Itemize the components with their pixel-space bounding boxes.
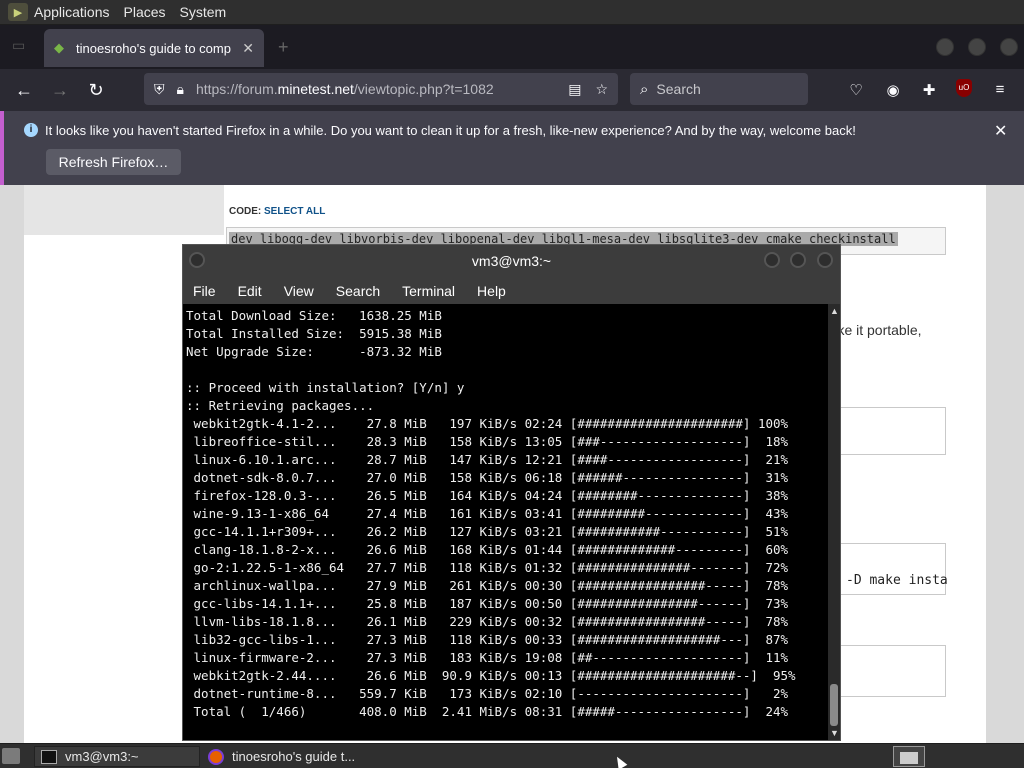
code-label-text: CODE: <box>229 206 262 217</box>
terminal-line: wine-9.13-1-x86_64 27.4 MiB 161 KiB/s 03… <box>186 506 789 521</box>
lock-icon[interactable]: 🔒︎ <box>177 81 184 98</box>
back-icon[interactable]: ← <box>6 80 42 101</box>
terminal-line: linux-firmware-2... 27.3 MiB 183 KiB/s 1… <box>186 650 789 665</box>
url-text[interactable]: https://forum.minetest.net/viewtopic.php… <box>196 81 554 97</box>
post-author-column <box>24 185 224 235</box>
code-block-2 <box>838 407 946 455</box>
terminal-line: clang-18.1.8-2-x... 26.6 MiB 168 KiB/s 0… <box>186 542 789 557</box>
menu-places[interactable]: Places <box>124 4 166 20</box>
code-block-3-text: -D make insta <box>846 573 948 588</box>
terminal-maximize-button[interactable] <box>790 252 806 268</box>
show-desktop-icon[interactable] <box>2 748 20 764</box>
search-icon: ⌕ <box>640 80 649 98</box>
taskbar-item-terminal[interactable]: vm3@vm3:~ <box>34 746 200 767</box>
terminal-line: webkit2gtk-4.1-2... 27.8 MiB 197 KiB/s 0… <box>186 416 789 431</box>
terminal-line: :: Retrieving packages... <box>186 398 375 413</box>
nav-bar: ← → ↻ ⛨ 🔒︎ https://forum.minetest.net/vi… <box>0 69 1024 111</box>
search-placeholder: Search <box>656 81 701 97</box>
scrollbar-thumb[interactable] <box>830 684 838 726</box>
terminal-app-icon <box>41 749 57 764</box>
minetest-favicon-icon: ◆ <box>54 40 64 55</box>
taskbar-item-label: vm3@vm3:~ <box>65 749 139 764</box>
terminal-title: vm3@vm3:~ <box>471 253 552 269</box>
window-close-button[interactable] <box>1000 38 1018 56</box>
terminal-line: archlinux-wallpa... 27.9 MiB 261 KiB/s 0… <box>186 578 789 593</box>
terminal-line: lib32-gcc-libs-1... 27.3 MiB 118 KiB/s 0… <box>186 632 789 647</box>
ublock-origin-icon[interactable]: uO <box>956 79 972 97</box>
forward-icon[interactable]: → <box>42 80 78 101</box>
search-bar[interactable]: ⌕ Search <box>630 73 808 105</box>
terminal-menubar: File Edit View Search Terminal Help <box>183 277 840 304</box>
terminal-line: linux-6.10.1.arc... 28.7 MiB 147 KiB/s 1… <box>186 452 789 467</box>
terminal-line: Total ( 1/466) 408.0 MiB 2.41 MiB/s 08:3… <box>186 704 789 719</box>
reader-view-icon[interactable]: ▤ <box>568 81 581 98</box>
extensions-icon[interactable]: ✚ <box>920 81 938 99</box>
terminal-window: vm3@vm3:~ File Edit View Search Terminal… <box>182 244 841 741</box>
terminal-menu-search[interactable]: Search <box>336 283 380 299</box>
code-block-4 <box>838 645 946 697</box>
workspace-switcher[interactable] <box>893 746 925 767</box>
terminal-menu-view[interactable]: View <box>284 283 314 299</box>
tab-close-icon[interactable]: ✕ <box>242 40 254 57</box>
notification-close-icon[interactable]: ✕ <box>994 121 1007 141</box>
terminal-menu-help[interactable]: Help <box>477 283 506 299</box>
terminal-minimize-button[interactable] <box>764 252 780 268</box>
terminal-output[interactable]: Total Download Size: 1638.25 MiB Total I… <box>183 304 827 740</box>
menu-applications[interactable]: Applications <box>34 4 110 20</box>
terminal-line: dotnet-runtime-8... 559.7 KiB 173 KiB/s … <box>186 686 789 701</box>
terminal-line: libreoffice-stil... 28.3 MiB 158 KiB/s 1… <box>186 434 789 449</box>
terminal-line: Total Installed Size: 5915.38 MiB <box>186 326 442 341</box>
tab-bar: ▭ ◆ tinoesroho's guide to comp ✕ + <box>0 25 1024 69</box>
code-label: CODE: SELECT ALL <box>229 206 325 217</box>
terminal-line: gcc-libs-14.1.1+... 25.8 MiB 187 KiB/s 0… <box>186 596 789 611</box>
workspace-window-thumb <box>900 752 918 764</box>
reload-icon[interactable]: ↻ <box>78 80 114 101</box>
terminal-line: Net Upgrade Size: -873.32 MiB <box>186 344 442 359</box>
refresh-firefox-button[interactable]: Refresh Firefox… <box>46 149 181 175</box>
terminal-menu-edit[interactable]: Edit <box>238 283 262 299</box>
terminal-line: firefox-128.0.3-... 26.5 MiB 164 KiB/s 0… <box>186 488 789 503</box>
url-bar[interactable]: ⛨ 🔒︎ https://forum.minetest.net/viewtopi… <box>144 73 618 105</box>
terminal-line: :: Proceed with installation? [Y/n] y <box>186 380 465 395</box>
menu-system[interactable]: System <box>180 4 227 20</box>
window-minimize-button[interactable] <box>936 38 954 56</box>
top-panel: ▶ Applications Places System <box>0 0 1024 25</box>
terminal-line: gcc-14.1.1+r309+... 26.2 MiB 127 KiB/s 0… <box>186 524 789 539</box>
window-maximize-button[interactable] <box>968 38 986 56</box>
terminal-menu-file[interactable]: File <box>193 283 216 299</box>
scroll-down-icon[interactable]: ▼ <box>830 728 839 738</box>
tab-title: tinoesroho's guide to comp <box>76 40 231 56</box>
info-icon: i <box>24 123 38 137</box>
terminal-line: llvm-libs-18.1.8... 26.1 MiB 229 KiB/s 0… <box>186 614 789 629</box>
terminal-scrollbar[interactable]: ▲ ▼ <box>828 304 840 740</box>
scroll-up-icon[interactable]: ▲ <box>830 306 839 316</box>
account-icon[interactable]: ◉ <box>884 81 902 99</box>
taskbar-item-label: tinoesroho's guide t... <box>232 749 356 764</box>
pocket-icon[interactable]: ♡ <box>847 81 865 99</box>
sidebar-toggle-icon[interactable]: ▭ <box>12 37 28 53</box>
distro-logo-icon[interactable]: ▶ <box>8 3 28 21</box>
tracking-shield-icon[interactable]: ⛨ <box>154 81 165 98</box>
new-tab-icon[interactable]: + <box>278 37 289 58</box>
hamburger-menu-icon[interactable]: ≡ <box>991 81 1009 98</box>
refresh-notification-bar: i It looks like you haven't started Fire… <box>0 111 1024 185</box>
terminal-line: webkit2gtk-2.44.... 26.6 MiB 90.9 KiB/s … <box>186 668 796 683</box>
terminal-line: go-2:1.22.5-1-x86_64 27.7 MiB 118 KiB/s … <box>186 560 789 575</box>
tab-forum[interactable]: ◆ tinoesroho's guide to comp ✕ <box>44 29 264 67</box>
terminal-menu-terminal[interactable]: Terminal <box>402 283 455 299</box>
notification-message: It looks like you haven't started Firefo… <box>45 123 856 138</box>
firefox-app-icon <box>208 748 224 765</box>
terminal-line: dotnet-sdk-8.0.7... 27.0 MiB 158 KiB/s 0… <box>186 470 789 485</box>
bottom-panel: vm3@vm3:~ tinoesroho's guide t... <box>0 743 1024 768</box>
bookmark-star-icon[interactable]: ☆ <box>595 81 608 98</box>
terminal-close-button[interactable] <box>817 252 833 268</box>
terminal-titlebar[interactable]: vm3@vm3:~ <box>183 245 840 277</box>
terminal-line: Total Download Size: 1638.25 MiB <box>186 308 442 323</box>
taskbar-item-firefox[interactable]: tinoesroho's guide t... <box>202 746 402 767</box>
select-all-link[interactable]: SELECT ALL <box>264 206 325 217</box>
